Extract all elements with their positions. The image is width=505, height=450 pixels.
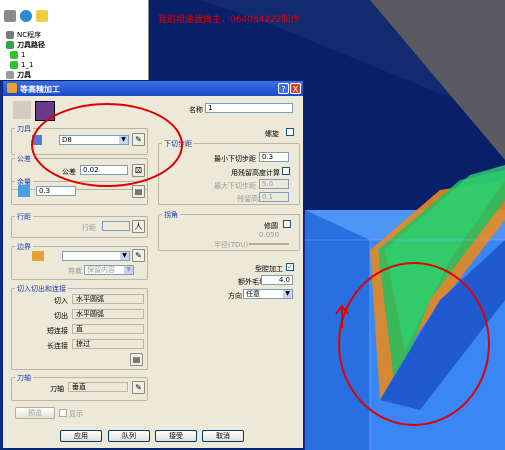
- corner-trim-checkbox[interactable]: [283, 220, 291, 228]
- stepover-button: 人: [132, 220, 145, 233]
- tree-item-nc-program[interactable]: NC程序: [6, 30, 41, 40]
- nc-program-icon: [6, 31, 14, 39]
- direction-select[interactable]: 任意 ▼: [243, 289, 293, 299]
- allowance-button[interactable]: ▤: [132, 185, 145, 198]
- boundary-select[interactable]: ▼: [62, 251, 130, 261]
- cavity-checkbox[interactable]: ✓: [286, 263, 294, 271]
- lead-out-field[interactable]: 水平圆弧: [72, 309, 144, 319]
- axis-group: 刀轴 刀轴 垂直 ✎: [11, 373, 148, 401]
- name-field[interactable]: 1: [205, 103, 293, 113]
- tree-item-tools[interactable]: 刀具: [6, 70, 31, 80]
- tool-icon: [6, 71, 14, 79]
- extra-stock-field[interactable]: 4.0: [261, 275, 293, 285]
- min-stepdown-field[interactable]: 0.3: [259, 152, 289, 162]
- globe-icon[interactable]: [20, 10, 32, 22]
- stepover-group: 行距 行距 人: [11, 212, 148, 238]
- explorer-toolbar: [4, 10, 64, 26]
- waterline-finishing-dialog: 等高精加工 ? X 名称 1 螺旋 刀具 D8 ▼ ✎ 公差 公差 0.02 ⚄ …: [2, 80, 304, 449]
- boundary-icon[interactable]: [32, 251, 44, 261]
- lead-in-field[interactable]: 水平圆弧: [72, 294, 144, 304]
- display-checkbox: [59, 409, 67, 417]
- cancel-button[interactable]: 取消: [202, 430, 244, 442]
- strategy-icon: [7, 83, 17, 93]
- help-button[interactable]: ?: [278, 83, 289, 94]
- tree-item-toolpaths[interactable]: 刀具路径: [6, 40, 45, 50]
- corner-group: 拐角 修圆 0.050 半径(TDU): [158, 210, 300, 251]
- toolpath-icon: [6, 41, 14, 49]
- radius-slider: [249, 243, 289, 245]
- explorer-icon[interactable]: [4, 10, 16, 22]
- spiral-checkbox[interactable]: [286, 128, 294, 136]
- edit-boundary-icon[interactable]: ✎: [132, 249, 145, 262]
- accept-button[interactable]: 接受: [155, 430, 197, 442]
- name-label: 名称: [189, 106, 203, 114]
- spiral-label: 螺旋: [265, 130, 279, 138]
- queue-button[interactable]: 队列: [108, 430, 150, 442]
- allowance-icon[interactable]: [18, 185, 30, 197]
- red-annotation-circle: [338, 262, 490, 426]
- explorer-panel: NC程序 刀具路径 1 1_1 刀具: [0, 0, 149, 80]
- apply-button[interactable]: 应用: [60, 430, 102, 442]
- dialog-title: 等高精加工: [20, 85, 60, 94]
- residual-height-field: 0.1: [259, 192, 289, 202]
- check-icon: [10, 51, 18, 59]
- residual-checkbox[interactable]: [282, 167, 290, 175]
- long-link-field[interactable]: 掠过: [72, 339, 144, 349]
- red-arrow-icon: [335, 304, 349, 328]
- tree-item-toolpath-1-1[interactable]: 1_1: [10, 60, 33, 70]
- short-link-field[interactable]: 直: [72, 324, 144, 334]
- dialog-titlebar[interactable]: 等高精加工 ? X: [3, 81, 303, 96]
- tool-axis-edit-icon[interactable]: ✎: [132, 381, 145, 394]
- boundary-group: 边界 ▼ ✎ 剪裁 保留内容 ▼: [11, 242, 148, 280]
- tree-item-toolpath-1[interactable]: 1: [10, 50, 25, 60]
- watermark-text: 我的坦途我做主，064084222制作: [158, 15, 300, 25]
- max-stepdown-field: 5.0: [259, 179, 289, 189]
- trim-select: 保留内容 ▼: [84, 265, 134, 275]
- leads-group: 切入切出和连接 切入 水平圆弧 切出 水平圆弧 短连接 直 长连接 掠过 ▤: [11, 284, 148, 370]
- strategy-option-icon[interactable]: [13, 101, 31, 119]
- trash-icon[interactable]: [36, 10, 48, 22]
- preview-button: 预览: [15, 407, 55, 419]
- tool-axis-field[interactable]: 垂直: [68, 382, 128, 392]
- leads-edit-icon[interactable]: ▤: [130, 353, 143, 366]
- red-annotation-ellipse: [31, 103, 183, 187]
- close-button[interactable]: X: [290, 83, 301, 94]
- check-icon: [10, 61, 18, 69]
- allowance-field[interactable]: 0.3: [36, 186, 76, 196]
- stepover-field: [102, 221, 130, 231]
